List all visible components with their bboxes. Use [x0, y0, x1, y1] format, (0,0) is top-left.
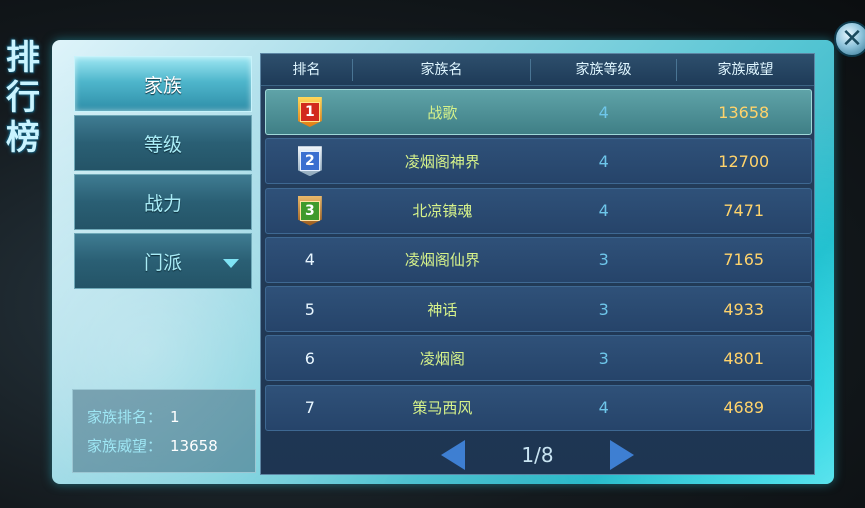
family-name: 凌烟阁神界: [404, 152, 480, 171]
rank-cell: 1: [266, 97, 354, 127]
header-rank: 排名: [261, 58, 353, 81]
family-name: 神话: [427, 300, 458, 319]
rank-cell: 6: [304, 348, 315, 368]
tab-family[interactable]: 家族: [74, 56, 252, 112]
tab-power[interactable]: 战力: [74, 174, 252, 230]
silver-medal-icon: 2: [297, 146, 322, 177]
header-level: 家族等级: [531, 58, 677, 81]
rank-cell: 4: [304, 250, 315, 270]
family-prestige: 7471: [723, 201, 765, 221]
family-prestige: 12700: [718, 151, 770, 171]
family-prestige: 4933: [723, 299, 765, 319]
pagination: 1/8: [261, 436, 814, 474]
close-icon: ✕: [841, 24, 863, 54]
header-prestige: 家族威望: [717, 61, 774, 78]
title-char: 排: [6, 38, 40, 78]
rank-cell: 2: [266, 146, 354, 177]
info-rank-row: 家族排名： 1: [87, 402, 241, 431]
leaderboard-title: 排 行 榜: [2, 38, 44, 158]
info-prestige-row: 家族威望： 13658: [87, 431, 241, 460]
table-row[interactable]: 3 北凉镇魂 4 7471: [265, 187, 812, 234]
category-menu: 家族 等级 战力 门派: [74, 56, 252, 292]
family-level: 3: [598, 348, 609, 368]
tab-level[interactable]: 等级: [74, 115, 252, 171]
family-name: 凌烟阁: [419, 349, 465, 368]
tab-sect[interactable]: 门派: [74, 233, 252, 289]
info-prestige-label: 家族威望：: [87, 437, 163, 455]
family-level: 4: [598, 151, 609, 171]
family-prestige: 7165: [723, 250, 765, 270]
chevron-down-icon: [223, 259, 239, 268]
title-char: 行: [6, 78, 40, 118]
family-level: 3: [598, 299, 609, 319]
ranking-table: 排名 家族名 家族等级 家族威望 1 战歌 4 13658 2 凌烟阁神界 4 …: [260, 53, 815, 475]
tab-label: 家族: [143, 74, 182, 97]
info-prestige-value: 13658: [170, 436, 218, 455]
table-row[interactable]: 6 凌烟阁 3 4801: [265, 335, 812, 382]
info-rank-value: 1: [170, 407, 180, 426]
gold-medal-icon: 1: [297, 97, 322, 127]
rank-cell: 5: [304, 299, 315, 319]
tab-label: 等级: [143, 133, 182, 156]
close-button[interactable]: ✕: [834, 21, 865, 57]
family-prestige: 4689: [723, 398, 765, 418]
family-name: 战歌: [427, 103, 458, 122]
table-row[interactable]: 4 凌烟阁仙界 3 7165: [265, 236, 812, 283]
tab-label: 战力: [143, 192, 182, 215]
table-body: 1 战歌 4 13658 2 凌烟阁神界 4 12700 3 北凉镇魂 4 74…: [265, 89, 812, 434]
table-row[interactable]: 7 策马西风 4 4689: [265, 384, 812, 431]
family-level: 4: [598, 201, 609, 221]
family-name: 北凉镇魂: [412, 202, 473, 221]
rank-cell: 7: [304, 398, 315, 418]
family-level: 3: [598, 250, 609, 270]
family-prestige: 4801: [723, 348, 765, 368]
my-family-info: 家族排名： 1 家族威望： 13658: [72, 389, 256, 473]
family-name: 凌烟阁仙界: [404, 251, 480, 270]
bronze-medal-icon: 3: [297, 195, 322, 226]
next-page-icon[interactable]: [609, 440, 634, 470]
family-level: 4: [598, 398, 609, 418]
table-row[interactable]: 5 神话 3 4933: [265, 286, 812, 333]
family-name: 策马西风: [412, 399, 473, 418]
rank-cell: 3: [266, 195, 354, 226]
info-rank-label: 家族排名：: [87, 408, 163, 426]
family-level: 4: [598, 102, 609, 122]
tab-label: 门派: [143, 251, 182, 274]
prev-page-icon[interactable]: [441, 440, 466, 470]
page-indicator: 1/8: [521, 443, 554, 467]
title-char: 榜: [6, 118, 40, 158]
header-name: 家族名: [353, 58, 531, 81]
table-header: 排名 家族名 家族等级 家族威望: [261, 54, 814, 86]
family-prestige: 13658: [718, 102, 770, 122]
table-row[interactable]: 1 战歌 4 13658: [265, 89, 812, 135]
table-row[interactable]: 2 凌烟阁神界 4 12700: [265, 138, 812, 185]
